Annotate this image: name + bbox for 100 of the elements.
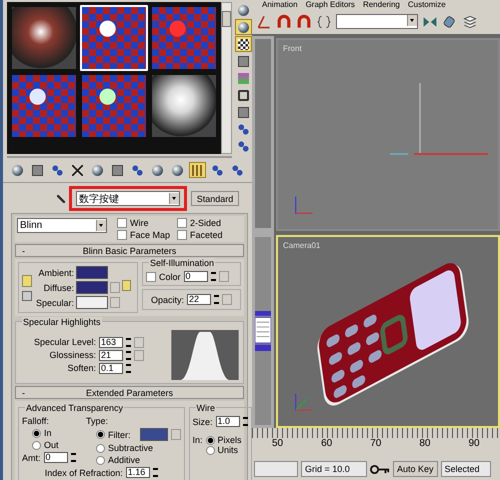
field-label: Type: [86,416,110,426]
square-icon[interactable] [29,162,46,178]
checkbox[interactable] [177,230,187,240]
radio-label: Filter: [108,430,130,440]
radio-button[interactable] [96,456,105,464]
grid-status: Grid = 10.0 [301,461,367,478]
group-title: Wire [196,403,216,413]
layers-icon[interactable] [462,14,478,30]
auto-key-button[interactable]: Auto Key [393,461,438,478]
radio-button[interactable] [206,446,215,454]
viewport[interactable]: Camera01 [276,235,500,428]
menu-item[interactable]: Graph Editors [306,0,355,10]
viewport-label[interactable]: Camera01 [283,241,320,250]
checkbox-label: 2-Sided [190,218,222,228]
ruler-number: 70 [370,438,382,450]
eyedropper-icon[interactable] [57,194,65,202]
field-label: Index of Refraction: [44,468,123,478]
spinner-icon[interactable] [214,295,219,304]
ruler-number: 50 [272,438,284,450]
color-label: Specular: [34,298,74,308]
field-label: Opacity: [150,294,184,304]
checkbox[interactable] [117,218,127,228]
radio-button[interactable] [32,440,41,450]
checkbox-label: Color [159,272,181,282]
cross-icon[interactable] [69,162,86,178]
color-swatch[interactable] [76,296,108,309]
spinner-icon[interactable] [242,417,248,426]
radio-button[interactable] [206,436,215,444]
radio-button[interactable] [32,428,41,438]
material-sample-slot[interactable] [80,73,148,139]
radio-button[interactable] [96,430,105,439]
material-sample-slot[interactable] [150,73,218,139]
material-sample-slot[interactable] [10,73,78,139]
status-field[interactable] [254,461,298,478]
ruler-number: 60 [321,438,332,450]
input-field[interactable]: 22 [187,294,211,305]
time-ruler[interactable]: 50 60 70 80 90 [252,428,500,458]
spinner-icon[interactable] [152,468,158,477]
highlight-curve-drawing [170,330,240,380]
field-label: Amt: [22,452,41,462]
sphere-icon[interactable] [235,19,252,35]
rollout-header[interactable]: - Blinn Basic Parameters [15,244,244,257]
input-field[interactable]: 0 [184,271,208,282]
shader-dropdown[interactable]: Blinn [17,218,107,233]
input-field[interactable]: 1.16 [126,467,150,478]
ruler-number: 90 [468,438,480,450]
checkbox[interactable] [117,230,127,240]
key-icon[interactable] [370,464,390,475]
selection-set-dropdown[interactable] [336,14,418,30]
color-label: Ambient: [37,268,74,278]
magnet-icon[interactable] [296,14,312,30]
menu-item[interactable]: Rendering [362,0,400,10]
field-label: Specular Level: [34,337,96,347]
material-name-field[interactable]: 数字按键 [76,191,180,206]
field-label: In: [192,435,203,445]
spinner-icon[interactable] [210,272,216,281]
square-icon[interactable] [235,104,252,120]
menu-item[interactable]: Customize [408,0,446,10]
checkbox[interactable] [146,272,156,282]
square-icon[interactable] [109,162,126,178]
group-title: Advanced Transparency [25,403,124,413]
checkbox-label: Face Map [130,230,170,240]
radio-label: Pixels [218,435,242,445]
color-swatch[interactable] [76,266,108,279]
braces-icon[interactable] [316,14,332,30]
checkbox[interactable] [177,218,187,228]
material-type-button[interactable]: Standard [191,191,239,206]
checker-icon[interactable] [235,36,252,52]
square-icon[interactable] [235,53,252,69]
material-sample-slot[interactable] [10,5,78,71]
color-swatch[interactable] [140,428,168,441]
radio-button[interactable] [96,444,105,452]
input-field[interactable]: 0 [44,452,68,463]
radio-label: Additive [108,455,140,465]
bars-icon[interactable] [189,162,206,178]
checkbox-label: Wire [130,218,148,228]
horizontal-scrollbar[interactable] [7,156,232,158]
field-label: Glossiness: [49,350,96,360]
input-field[interactable]: 0.1 [99,362,123,374]
vertical-scrollbar[interactable] [221,2,232,154]
axis-tripod-drawing [294,392,314,412]
group-title: Specular Highlights [22,317,102,327]
magnet-icon[interactable] [276,14,292,30]
input-field[interactable]: 21 [99,350,123,360]
group-title: Self-Illumination [149,258,216,268]
input-field[interactable]: 163 [99,336,123,348]
rollout-header[interactable]: - Extended Parameters [15,386,244,399]
ruler-number: 80 [419,438,430,450]
menu-item[interactable]: Animation [262,0,298,10]
radio-label: Out [44,440,59,450]
radio-label: Subtractive [108,443,154,453]
color-swatch[interactable] [76,281,108,294]
radio-label: In [44,428,52,438]
spinner-icon[interactable] [70,453,76,462]
angle-snap-icon[interactable] [256,14,272,30]
axis-tripod-drawing [294,195,314,216]
input-field[interactable]: 1.0 [216,416,240,427]
checkbox-label: Faceted [190,230,223,240]
selection-dropdown[interactable]: Selected [440,461,491,478]
field-label: Size: [192,416,213,426]
